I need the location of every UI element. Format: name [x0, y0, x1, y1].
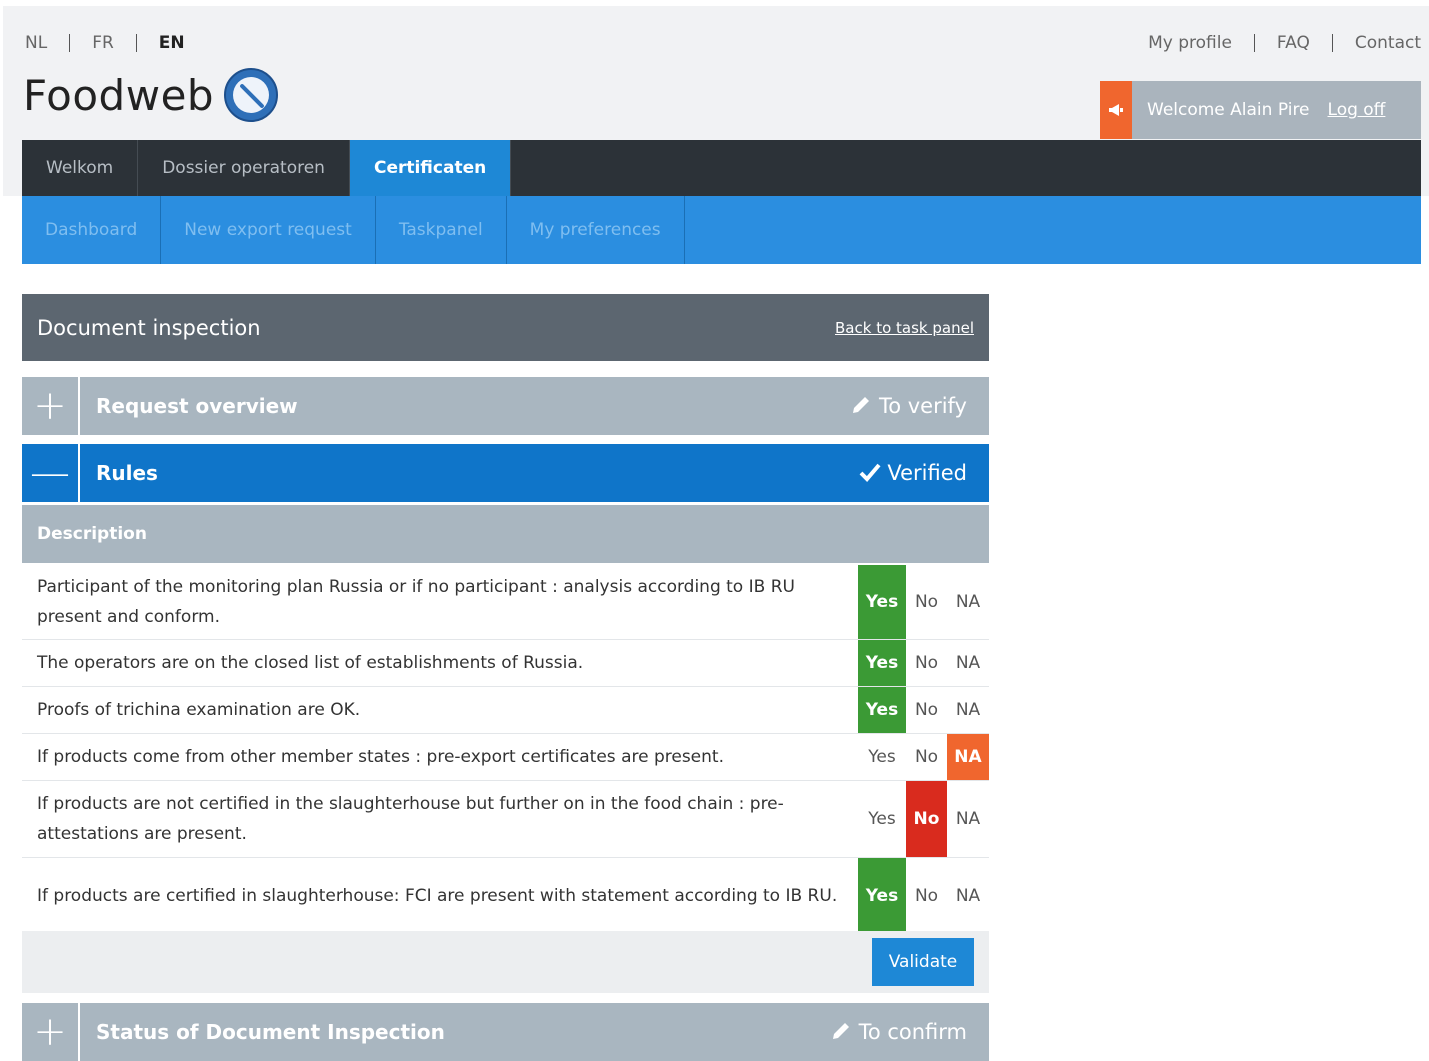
rule-row: Proofs of trichina examination are OK. Ye…	[22, 687, 989, 734]
rule-row: If products are not certified in the sla…	[22, 781, 989, 858]
rule-row: Participant of the monitoring plan Russi…	[22, 565, 989, 640]
rules-table-header: Description	[22, 505, 989, 563]
section-request-overview[interactable]: + Request overview To verify	[22, 377, 989, 435]
option-no-button[interactable]: No	[906, 565, 947, 639]
option-na-button[interactable]: NA	[947, 781, 989, 857]
language-switcher: NL FR EN	[25, 33, 185, 53]
tab-certificaten[interactable]: Certificaten	[349, 140, 512, 196]
page-title: Document inspection	[37, 315, 261, 340]
option-no-button[interactable]: No	[906, 687, 947, 733]
check-icon	[859, 463, 881, 482]
top-links: My profile FAQ Contact	[1148, 33, 1421, 53]
main-nav: Welkom Dossier operatoren Certificaten	[22, 140, 1421, 196]
option-yes-button[interactable]: Yes	[858, 565, 906, 639]
pencil-icon	[853, 397, 870, 413]
expand-icon[interactable]: +	[22, 1003, 80, 1061]
tab-welkom[interactable]: Welkom	[22, 140, 139, 196]
subnav-my-preferences[interactable]: My preferences	[507, 196, 685, 264]
divider	[135, 34, 137, 52]
option-yes-button[interactable]: Yes	[858, 734, 906, 780]
logo-text: Foodweb	[23, 70, 215, 120]
rule-description: Proofs of trichina examination are OK.	[37, 700, 361, 720]
divider	[1331, 34, 1333, 52]
option-no-button[interactable]: No	[906, 734, 947, 780]
divider	[1253, 34, 1255, 52]
section-status-document-inspection[interactable]: + Status of Document Inspection To confi…	[22, 1003, 989, 1061]
subnav-taskpanel[interactable]: Taskpanel	[376, 196, 507, 264]
subnav-dashboard[interactable]: Dashboard	[22, 196, 162, 264]
pencil-icon	[832, 1023, 849, 1039]
option-yes-button[interactable]: Yes	[858, 858, 906, 934]
divider	[69, 34, 71, 52]
back-to-task-panel-link[interactable]: Back to task panel	[835, 319, 974, 337]
fork-knife-icon	[224, 68, 279, 122]
section-status-text: To verify	[878, 394, 967, 418]
option-no-button[interactable]: No	[906, 858, 947, 934]
rule-row: The operators are on the closed list of …	[22, 640, 989, 687]
rule-description: If products are not certified in the sla…	[37, 794, 784, 844]
logo[interactable]: Foodweb	[23, 68, 279, 122]
expand-icon[interactable]: +	[22, 377, 80, 435]
option-na-button[interactable]: NA	[947, 640, 989, 686]
validate-button[interactable]: Validate	[872, 938, 974, 986]
user-bar: Welcome Alain Pire Log off	[1100, 81, 1421, 139]
my-profile-link[interactable]: My profile	[1148, 33, 1232, 53]
rule-description: The operators are on the closed list of …	[37, 653, 584, 673]
rule-description: Participant of the monitoring plan Russi…	[37, 577, 795, 627]
section-rules[interactable]: — Rules Verified	[22, 444, 989, 502]
option-yes-button[interactable]: Yes	[858, 640, 906, 686]
section-status: Verified	[859, 461, 967, 485]
option-yes-button[interactable]: Yes	[858, 781, 906, 857]
faq-link[interactable]: FAQ	[1277, 33, 1310, 53]
section-status-text: Verified	[887, 461, 967, 485]
option-no-button[interactable]: No	[906, 640, 947, 686]
option-na-button[interactable]: NA	[947, 687, 989, 733]
lang-en[interactable]: EN	[159, 33, 185, 53]
option-na-button[interactable]: NA	[947, 565, 989, 639]
rule-row: If products are certified in slaughterho…	[22, 858, 989, 935]
rule-row: If products come from other member state…	[22, 734, 989, 781]
tab-dossier-operatoren[interactable]: Dossier operatoren	[138, 140, 350, 196]
section-title: Request overview	[96, 394, 298, 418]
welcome-text: Welcome Alain Pire	[1147, 100, 1310, 120]
subnav-new-export-request[interactable]: New export request	[161, 196, 376, 264]
option-na-button[interactable]: NA	[947, 858, 989, 934]
validate-bar: Validate	[22, 931, 989, 993]
document-inspection-header: Document inspection Back to task panel	[22, 294, 989, 361]
rule-description: If products are certified in slaughterho…	[37, 886, 838, 906]
rule-description: If products come from other member state…	[37, 747, 724, 767]
lang-fr[interactable]: FR	[92, 33, 114, 53]
logoff-link[interactable]: Log off	[1328, 100, 1386, 120]
section-title: Rules	[96, 461, 158, 485]
section-status: To confirm	[830, 1020, 967, 1044]
section-status: To verify	[850, 394, 967, 418]
megaphone-icon[interactable]	[1100, 81, 1132, 139]
lang-nl[interactable]: NL	[25, 33, 47, 53]
option-no-button[interactable]: No	[906, 781, 947, 857]
rules-table: Participant of the monitoring plan Russi…	[22, 565, 989, 935]
section-title: Status of Document Inspection	[96, 1020, 445, 1044]
collapse-icon[interactable]: —	[22, 444, 80, 502]
sub-nav: Dashboard New export request Taskpanel M…	[22, 196, 1421, 264]
contact-link[interactable]: Contact	[1355, 33, 1421, 53]
section-status-text: To confirm	[858, 1020, 967, 1044]
option-yes-button[interactable]: Yes	[858, 687, 906, 733]
option-na-button[interactable]: NA	[947, 734, 989, 780]
